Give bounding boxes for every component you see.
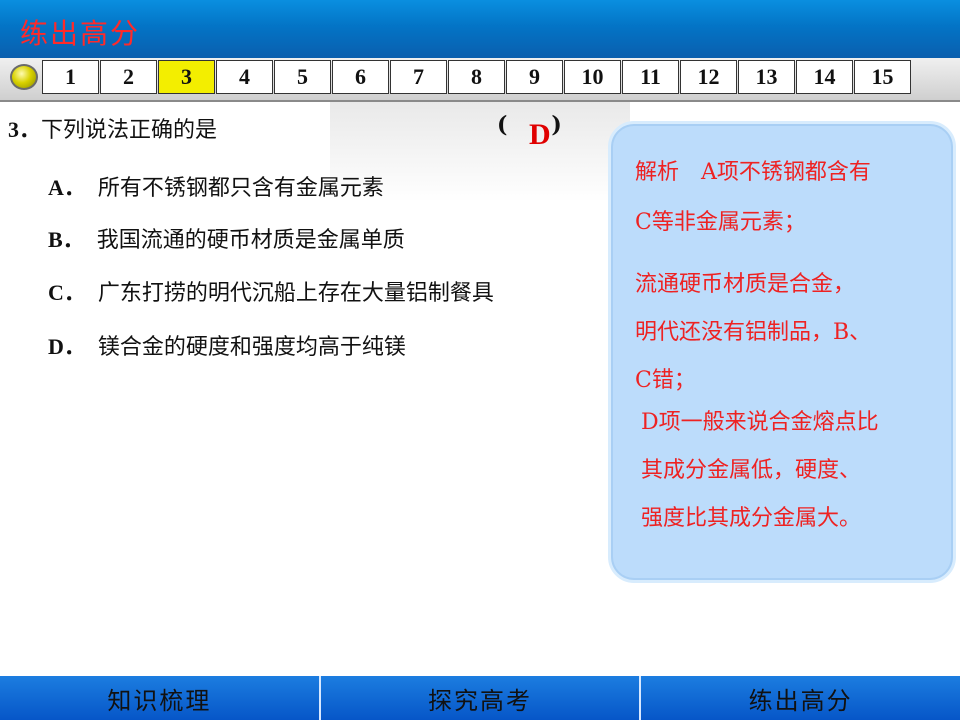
nav-question-2[interactable]: 2 — [100, 60, 157, 94]
analysis-line: 流通硬币材质是合金， — [635, 272, 856, 297]
nav-question-11[interactable]: 11 — [622, 60, 679, 94]
option-a: A． 所有不锈钢都只含有金属元素 — [48, 170, 384, 202]
question-stem: 3．下列说法正确的是 — [8, 112, 217, 144]
option-text: 所有不锈钢都只含有金属元素 — [97, 176, 384, 201]
option-b: B． 我国流通的硬币材质是金属单质 — [48, 222, 405, 254]
answer-paren-open: ( — [497, 112, 508, 138]
nav-question-13[interactable]: 13 — [738, 60, 795, 94]
analysis-line: C等非金属元素； — [635, 210, 806, 235]
nav-question-14[interactable]: 14 — [796, 60, 853, 94]
option-letter: B． — [48, 227, 85, 252]
nav-question-5[interactable]: 5 — [274, 60, 331, 94]
nav-question-6[interactable]: 6 — [332, 60, 389, 94]
nav-question-12[interactable]: 12 — [680, 60, 737, 94]
nav-question-9[interactable]: 9 — [506, 60, 563, 94]
nav-question-3-active[interactable]: 3 — [158, 60, 215, 94]
nav-question-8[interactable]: 8 — [448, 60, 505, 94]
footer-tab-practice[interactable]: 练出高分 — [641, 676, 960, 720]
option-letter: C． — [48, 280, 86, 305]
nav-question-10[interactable]: 10 — [564, 60, 621, 94]
question-text: 下列说法正确的是 — [41, 118, 218, 143]
option-text: 广东打捞的明代沉船上存在大量铝制餐具 — [97, 281, 494, 306]
analysis-line: D项一般来说合金熔点比 — [641, 410, 879, 435]
footer-tab-exam[interactable]: 探究高考 — [321, 676, 642, 720]
question-number-list: 1 2 3 4 5 6 7 8 9 10 11 12 13 14 15 — [42, 60, 912, 96]
option-d: D． 镁合金的硬度和强度均高于纯镁 — [48, 329, 406, 361]
analysis-line: 其成分金属低，硬度、 — [641, 458, 862, 483]
nav-question-4[interactable]: 4 — [216, 60, 273, 94]
footer-nav: 知识梳理 探究高考 练出高分 — [0, 676, 960, 720]
question-number: 3． — [8, 117, 42, 142]
nav-question-1[interactable]: 1 — [42, 60, 99, 94]
analysis-line: 解析 A项不锈钢都含有 — [635, 160, 871, 185]
analysis-line: 明代还没有铝制品，B、 — [635, 320, 872, 345]
analysis-line: 强度比其成分金属大。 — [641, 506, 862, 531]
answer-letter: D — [529, 118, 551, 151]
answer-paren-close: ) — [551, 112, 562, 138]
analysis-panel: 解析 A项不锈钢都含有 C等非金属元素； 流通硬币材质是合金， 明代还没有铝制品… — [608, 121, 956, 583]
option-letter: A． — [48, 175, 86, 200]
option-letter: D． — [48, 334, 86, 359]
nav-question-15[interactable]: 15 — [854, 60, 911, 94]
option-c: C． 广东打捞的明代沉船上存在大量铝制餐具 — [48, 275, 494, 307]
footer-tab-knowledge[interactable]: 知识梳理 — [0, 676, 321, 720]
question-nav-bar: 1 2 3 4 5 6 7 8 9 10 11 12 13 14 15 — [0, 58, 960, 102]
nav-home-dot-icon[interactable] — [10, 64, 38, 90]
page-title: 练出高分 — [20, 17, 141, 50]
nav-question-7[interactable]: 7 — [390, 60, 447, 94]
analysis-line: C错； — [635, 368, 696, 393]
option-text: 我国流通的硬币材质是金属单质 — [96, 228, 405, 253]
top-banner: 练出高分 — [0, 0, 960, 58]
option-text: 镁合金的硬度和强度均高于纯镁 — [97, 335, 406, 360]
